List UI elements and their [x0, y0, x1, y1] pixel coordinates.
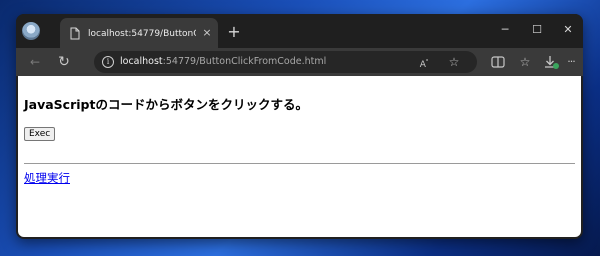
tab-strip: localhost:54779/ButtonClickFromCode.html… — [16, 14, 583, 48]
process-execute-link[interactable]: 処理実行 — [24, 170, 70, 186]
horizontal-rule — [24, 163, 575, 164]
page-icon — [70, 27, 80, 40]
tab-close-icon[interactable]: × — [200, 26, 214, 40]
close-window-button[interactable]: ✕ — [555, 20, 581, 40]
reading-view-icon[interactable] — [489, 53, 507, 71]
read-aloud-icon[interactable]: Aᵃ — [416, 54, 432, 70]
page-heading: JavaScriptのコードからボタンをクリックする。 — [24, 97, 308, 112]
minimize-button[interactable]: ─ — [492, 20, 518, 40]
exec-button[interactable]: Exec — [24, 127, 56, 141]
settings-more-icon[interactable]: ··· — [562, 53, 580, 71]
browser-window: localhost:54779/ButtonClickFromCode.html… — [16, 14, 583, 239]
favorites-icon[interactable]: ☆ — [516, 53, 534, 71]
address-bar[interactable]: i localhost:54779/ButtonClickFromCode.ht… — [94, 51, 477, 73]
tab-title: localhost:54779/ButtonClickFromCode.html — [88, 29, 196, 39]
refresh-button[interactable]: ↻ — [55, 53, 73, 71]
active-tab[interactable]: localhost:54779/ButtonClickFromCode.html… — [60, 18, 218, 48]
url-text[interactable]: localhost:54779/ButtonClickFromCode.html — [120, 55, 326, 69]
info-icon[interactable]: i — [102, 56, 114, 68]
downloads-icon[interactable] — [542, 53, 560, 71]
browser-toolbar: ← ↻ i localhost:54779/ButtonClickFromCod… — [16, 48, 583, 76]
maximize-button[interactable]: ☐ — [524, 20, 550, 40]
page-content: JavaScriptのコードからボタンをクリックする。 Exec 処理実行 — [18, 76, 581, 237]
profile-icon[interactable] — [22, 22, 40, 40]
new-tab-button[interactable]: + — [225, 23, 243, 41]
url-host: localhost — [120, 56, 163, 67]
back-button[interactable]: ← — [26, 53, 44, 71]
url-path: :54779/ButtonClickFromCode.html — [162, 56, 327, 67]
favorite-icon[interactable]: ☆ — [446, 54, 462, 70]
